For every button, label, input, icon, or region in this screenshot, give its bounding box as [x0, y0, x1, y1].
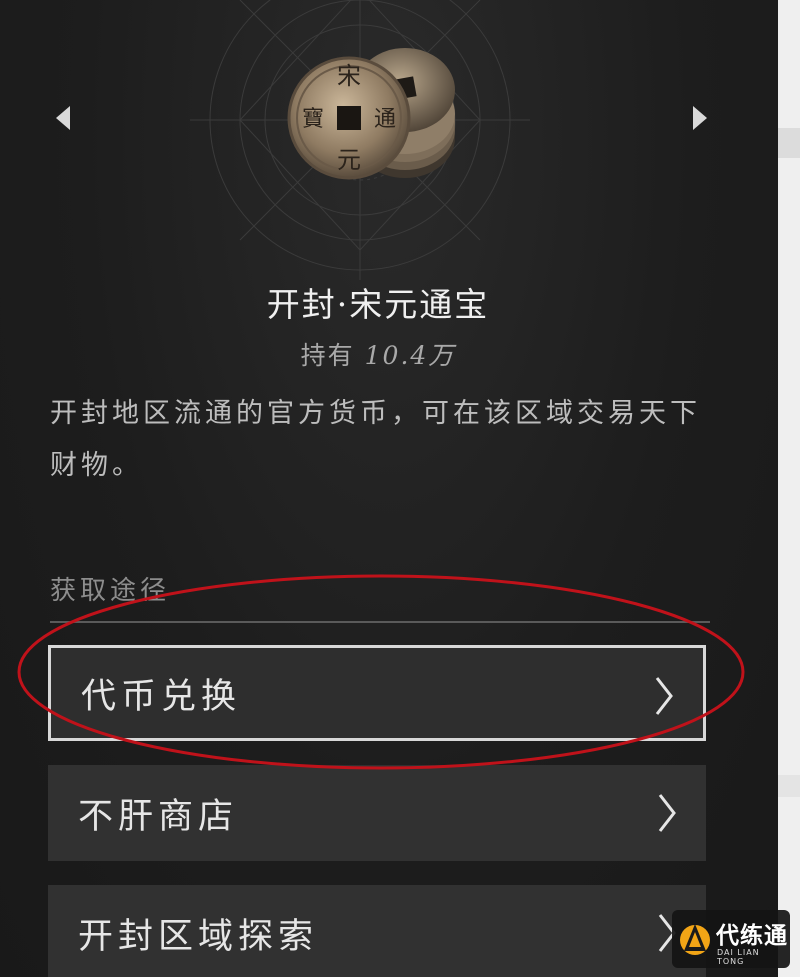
- acquire-option-no-grind-shop[interactable]: 不肝商店: [48, 765, 706, 861]
- acquire-option-kaifeng-exploration[interactable]: 开封区域探索: [48, 885, 706, 977]
- edge-bar: [778, 775, 800, 797]
- watermark-brand: 代练通: [716, 923, 788, 949]
- previous-item-button[interactable]: [50, 100, 78, 136]
- acquire-option-label: 代币兑换: [81, 676, 242, 717]
- chevron-right-icon: [655, 677, 673, 715]
- background-page-edge: [778, 0, 800, 977]
- acquire-option-token-exchange[interactable]: 代币兑换: [48, 645, 706, 741]
- item-title: 开封·宋元通宝: [266, 285, 490, 324]
- coin-char-right: 通: [374, 107, 396, 132]
- holding-value: 10.4万: [364, 341, 456, 370]
- acquire-option-label: 不肝商店: [78, 796, 239, 837]
- chevron-right-icon: [658, 794, 676, 832]
- acquire-section-label: 获取途径: [50, 576, 171, 606]
- currency-detail-panel: 宋 元 通 寶 开封·宋元通宝 持有 10.4万 开封地区流通的官方货币，可在该…: [0, 0, 778, 977]
- acquire-option-label: 开封区域探索: [78, 916, 319, 957]
- next-item-button[interactable]: [685, 100, 713, 136]
- watermark-badge: 代练通 DAI LIAN TONG: [672, 910, 790, 968]
- holding-amount: 持有 10.4万: [0, 336, 756, 372]
- coin-char-left: 寶: [302, 107, 324, 132]
- edge-bar: [778, 128, 800, 158]
- coin-char-top: 宋: [337, 62, 361, 90]
- coin-char-bottom: 元: [337, 146, 361, 174]
- holding-prefix: 持有: [300, 341, 355, 370]
- item-description: 开封地区流通的官方货币，可在该区域交易天下财物。: [50, 398, 701, 481]
- watermark-brand-en: DAI LIAN TONG: [717, 948, 760, 966]
- dailiantong-logo-icon: [680, 924, 710, 955]
- section-divider: [50, 621, 710, 623]
- song-yuan-coin-icon: 宋 元 通 寶: [287, 48, 455, 180]
- triangle-right-icon: [693, 106, 707, 130]
- triangle-left-icon: [56, 106, 70, 130]
